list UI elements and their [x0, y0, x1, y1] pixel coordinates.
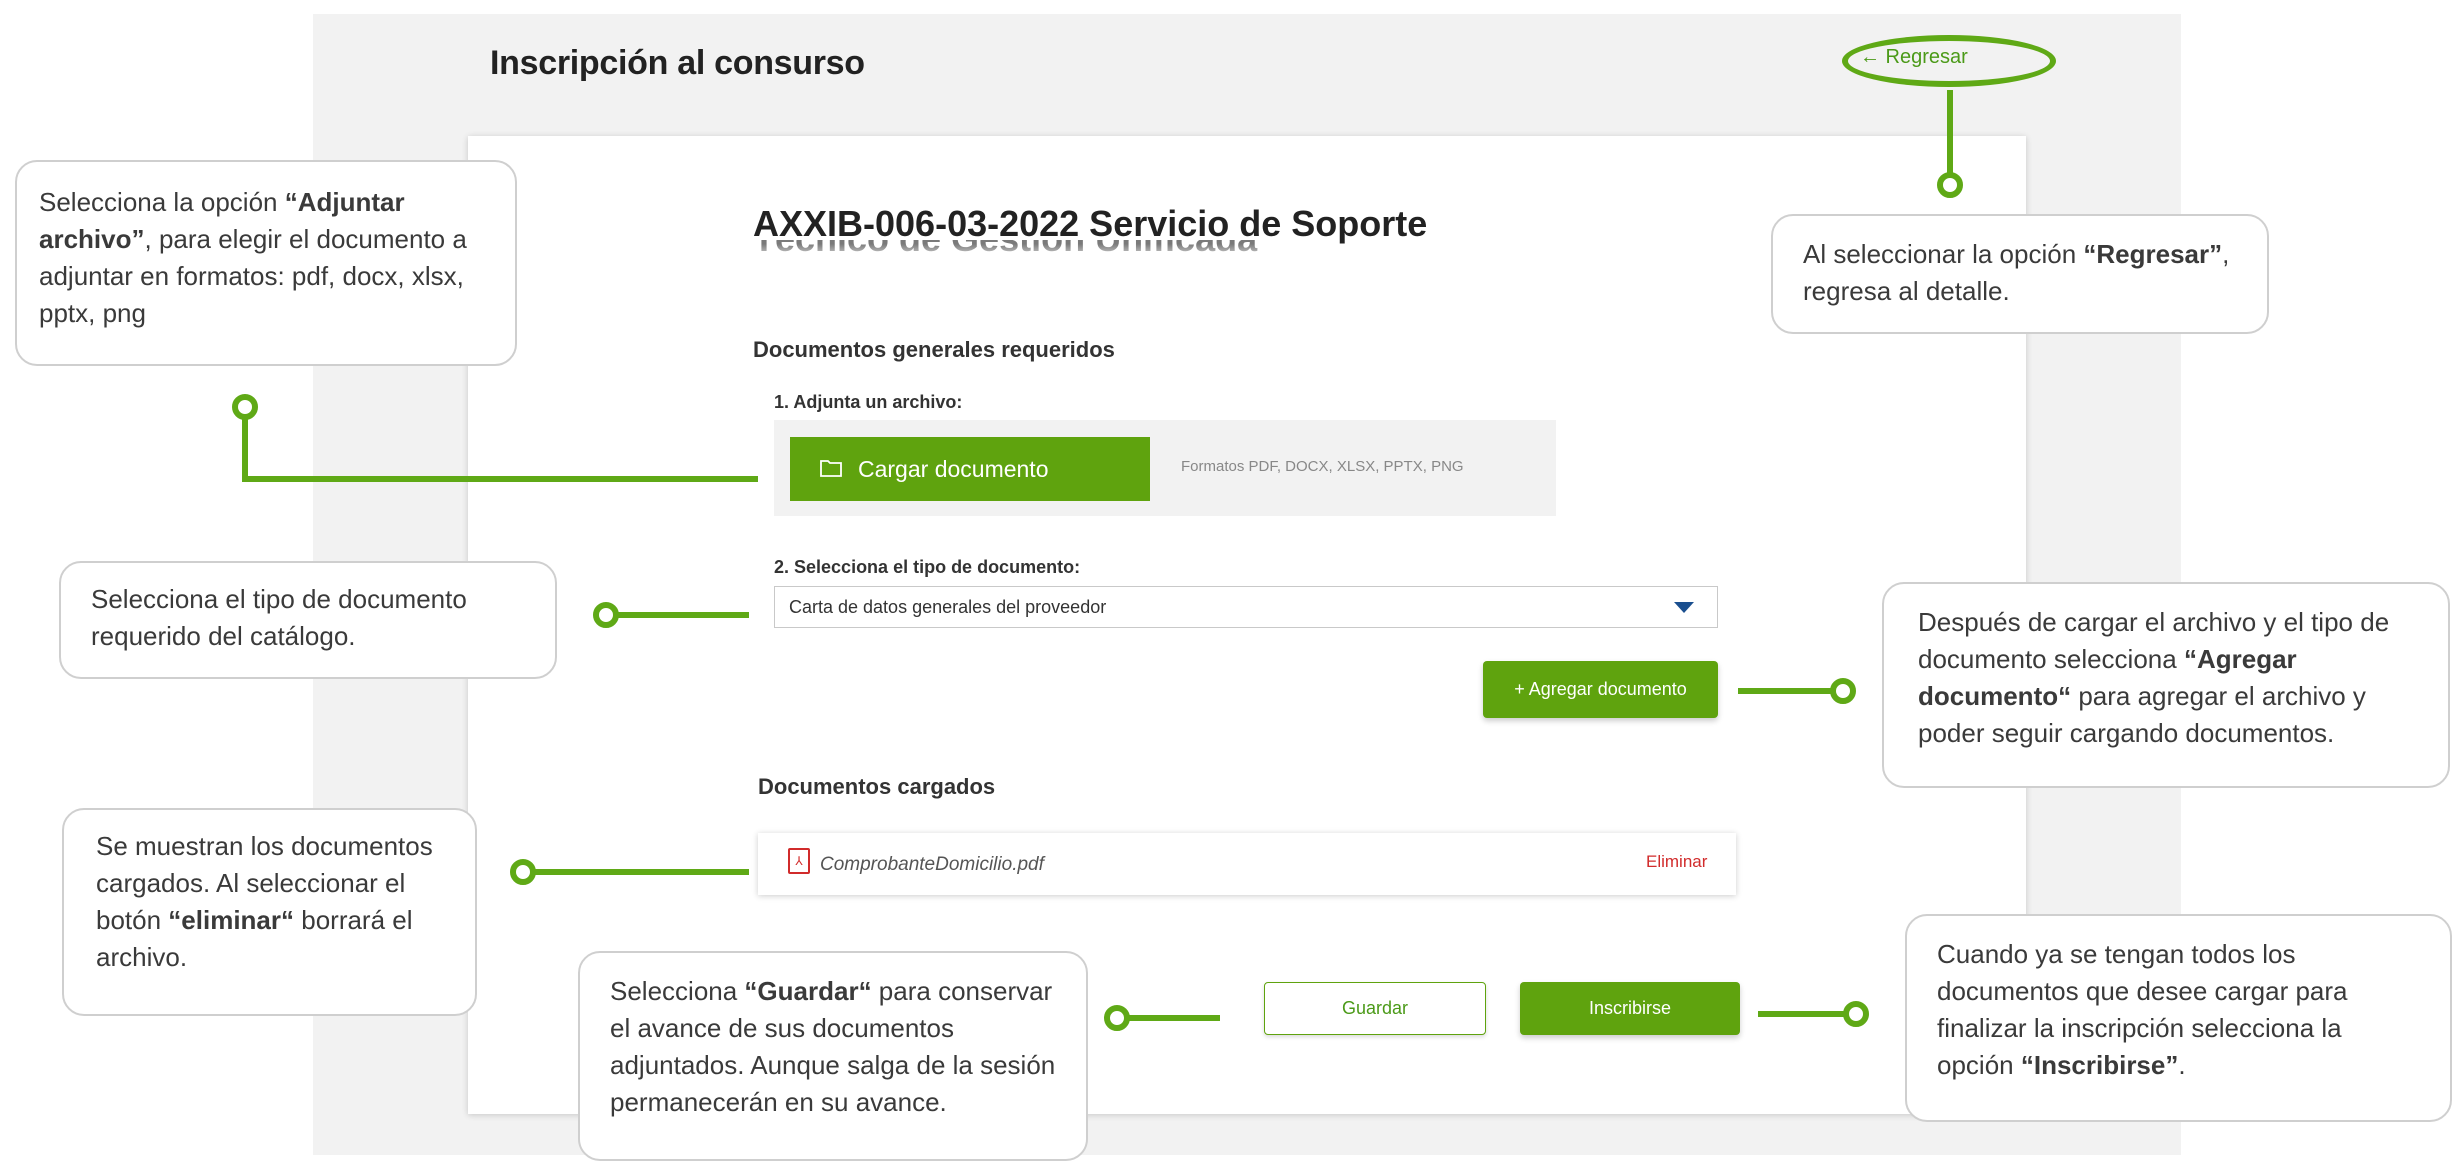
callout-enroll-bold: “Inscribirse” [2020, 1050, 2179, 1080]
uploaded-docs-title: Documentos cargados [758, 774, 996, 799]
title-fade [745, 244, 1505, 274]
callout-type-text: Selecciona el tipo de documento requerid… [91, 584, 467, 651]
back-connector-dot [1937, 172, 1963, 198]
document-type-value: Carta de datos generales del proveedor [789, 596, 1107, 617]
enroll-connector [1758, 1011, 1854, 1017]
uploaded-connector [528, 869, 749, 875]
callout-attach-pre: Selecciona la opción [39, 187, 285, 217]
callout-back-pre: Al seleccionar la opción [1803, 239, 2084, 269]
type-connector-dot [593, 602, 619, 628]
save-connector-dot [1104, 1005, 1130, 1031]
add-connector-dot [1830, 678, 1856, 704]
callout-save-bold: “Guardar“ [744, 976, 872, 1006]
callout-type: Selecciona el tipo de documento requerid… [59, 561, 557, 679]
attach-connector-dot [232, 394, 258, 420]
callout-back: Al seleccionar la opción “Regresar”, reg… [1771, 214, 2269, 334]
add-connector [1738, 688, 1841, 694]
uploaded-connector-dot [510, 859, 536, 885]
pdf-file-icon: ⅄ [788, 848, 810, 874]
callout-add-pre: Después de cargar el archivo y el tipo d… [1918, 607, 2390, 674]
callout-add: Después de cargar el archivo y el tipo d… [1882, 582, 2450, 788]
type-connector [612, 612, 749, 618]
enroll-button[interactable]: Inscribirse [1520, 982, 1740, 1035]
document-type-select[interactable]: Carta de datos generales del proveedor [774, 586, 1718, 628]
step2-label: 2. Selecciona el tipo de documento: [774, 557, 1081, 577]
add-document-button[interactable]: + Agregar documento [1483, 661, 1718, 718]
formats-hint: Formatos PDF, DOCX, XLSX, PPTX, PNG [1181, 458, 1464, 475]
callout-uploaded-bold: “eliminar“ [168, 905, 295, 935]
save-button[interactable]: Guardar [1264, 982, 1486, 1035]
upload-button-label: Cargar documento [858, 455, 1049, 482]
folder-icon [820, 456, 842, 483]
callout-save: Selecciona “Guardar“ para conservar el a… [578, 951, 1088, 1161]
save-connector [1122, 1015, 1220, 1021]
callout-enroll: Cuando ya se tengan todos los documentos… [1905, 914, 2452, 1122]
delete-file-link[interactable]: Eliminar [1646, 852, 1707, 872]
step1-label: 1. Adjunta un archivo: [774, 392, 963, 412]
contest-title: AXXIB-006-03-2022 Servicio de Soporte [753, 203, 1428, 244]
callout-save-pre: Selecciona [610, 976, 745, 1006]
uploaded-file-name: ComprobanteDomicilio.pdf [820, 854, 1044, 875]
callout-enroll-post: . [2178, 1050, 2186, 1080]
page-title: Inscripción al consurso [490, 44, 865, 82]
callout-uploaded: Se muestran los documentos cargados. Al … [62, 808, 477, 1016]
back-highlight-ring [1842, 35, 2056, 87]
upload-document-button[interactable]: Cargar documento [790, 437, 1150, 501]
general-docs-title: Documentos generales requeridos [753, 337, 1115, 362]
attach-connector-horizontal [242, 476, 758, 482]
callout-attach: Selecciona la opción “Adjuntar archivo”,… [15, 160, 517, 366]
enroll-connector-dot [1843, 1001, 1869, 1027]
back-connector [1947, 90, 1953, 182]
chevron-down-icon [1674, 602, 1694, 613]
callout-back-bold: “Regresar” [2083, 239, 2223, 269]
